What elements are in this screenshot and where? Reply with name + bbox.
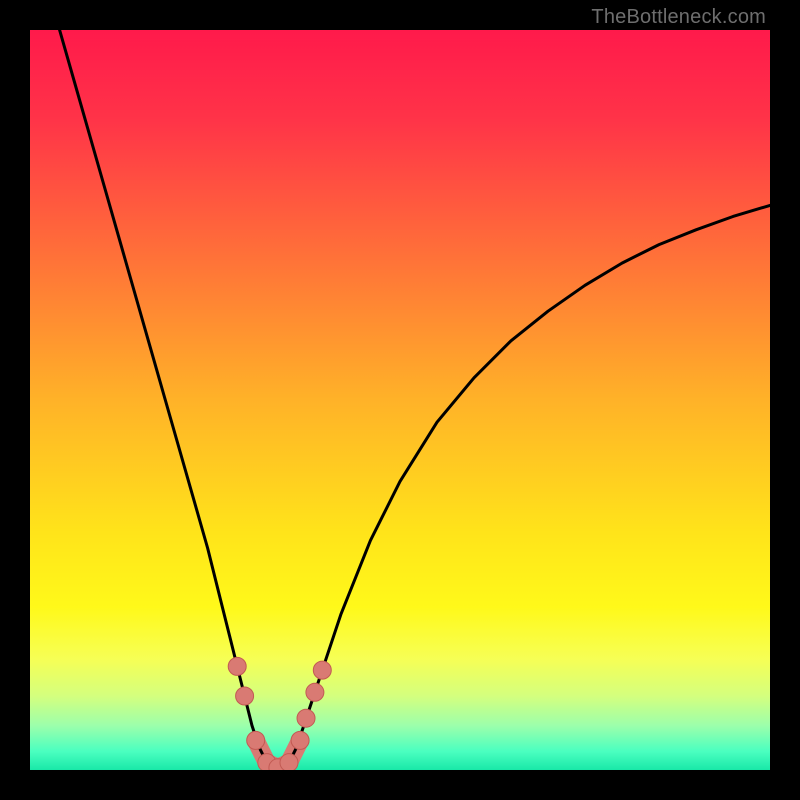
chart-frame: TheBottleneck.com	[0, 0, 800, 800]
curve-markers	[228, 657, 331, 770]
curve-marker	[228, 657, 246, 675]
plot-area	[30, 30, 770, 770]
curve-marker	[280, 754, 298, 770]
curve-marker	[291, 731, 309, 749]
curve-marker	[313, 661, 331, 679]
curve-marker	[247, 731, 265, 749]
chart-svg	[30, 30, 770, 770]
bottleneck-curve	[60, 30, 770, 768]
curve-marker	[306, 683, 324, 701]
curve-marker	[297, 709, 315, 727]
curve-marker	[236, 687, 254, 705]
watermark-text: TheBottleneck.com	[591, 6, 766, 29]
